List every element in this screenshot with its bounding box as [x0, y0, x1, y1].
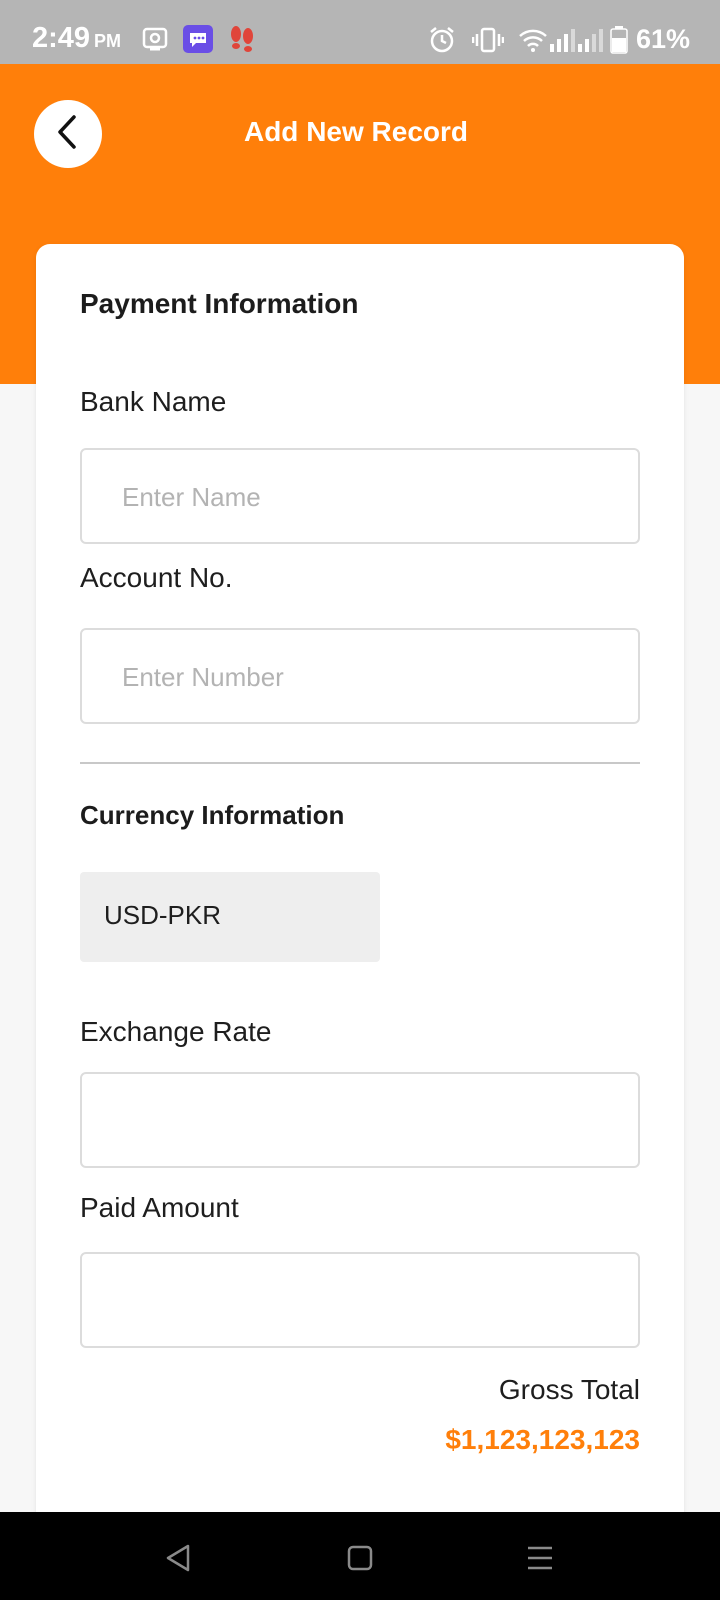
- bank-name-input[interactable]: Enter Name: [80, 448, 640, 544]
- exchange-rate-label: Exchange Rate: [80, 1016, 272, 1047]
- status-time: 2:49 PM: [32, 22, 121, 55]
- payment-section-title: Payment Information: [80, 288, 359, 319]
- paid-amount-label: Paid Amount: [80, 1192, 239, 1223]
- bank-name-label: Bank Name: [80, 386, 227, 417]
- account-no-label: Account No.: [80, 562, 233, 593]
- signal-icon: [550, 28, 576, 57]
- status-bar: 2:49 PM 61%: [0, 0, 720, 64]
- section-divider: [80, 762, 640, 764]
- payment-form-card: Payment Information Bank Name Enter Name…: [36, 244, 684, 1544]
- wifi-icon: [518, 27, 548, 58]
- home-nav-icon[interactable]: [342, 1540, 378, 1576]
- battery-percent: 61%: [636, 24, 691, 54]
- footsteps-icon: [228, 24, 256, 59]
- menu-nav-icon[interactable]: [522, 1540, 558, 1576]
- exchange-rate-input[interactable]: [80, 1072, 640, 1168]
- status-clock: 2:49: [32, 22, 91, 54]
- currency-pair-select[interactable]: USD-PKR: [80, 872, 380, 962]
- currency-section-title: Currency Information: [80, 800, 345, 830]
- battery-icon: [610, 26, 628, 59]
- account-no-input[interactable]: Enter Number: [80, 628, 640, 724]
- gross-total-label: Gross Total: [498, 1374, 640, 1405]
- bank-name-placeholder: Enter Name: [122, 482, 261, 512]
- system-nav-bar: [0, 1512, 720, 1600]
- account-no-placeholder: Enter Number: [122, 662, 284, 692]
- currency-pair-value: USD-PKR: [104, 900, 222, 930]
- alarm-icon: [428, 26, 456, 59]
- back-nav-icon[interactable]: [160, 1540, 196, 1576]
- page-title: Add New Record: [243, 116, 469, 147]
- paid-amount-input[interactable]: [80, 1252, 640, 1348]
- messenger-icon: [183, 25, 213, 60]
- status-ampm: PM: [94, 31, 122, 51]
- vibrate-icon: [471, 27, 505, 58]
- screen-recorder-icon: [142, 26, 168, 57]
- signal-icon-2: [578, 28, 604, 57]
- gross-total-value: $1,123,123,123: [445, 1424, 640, 1455]
